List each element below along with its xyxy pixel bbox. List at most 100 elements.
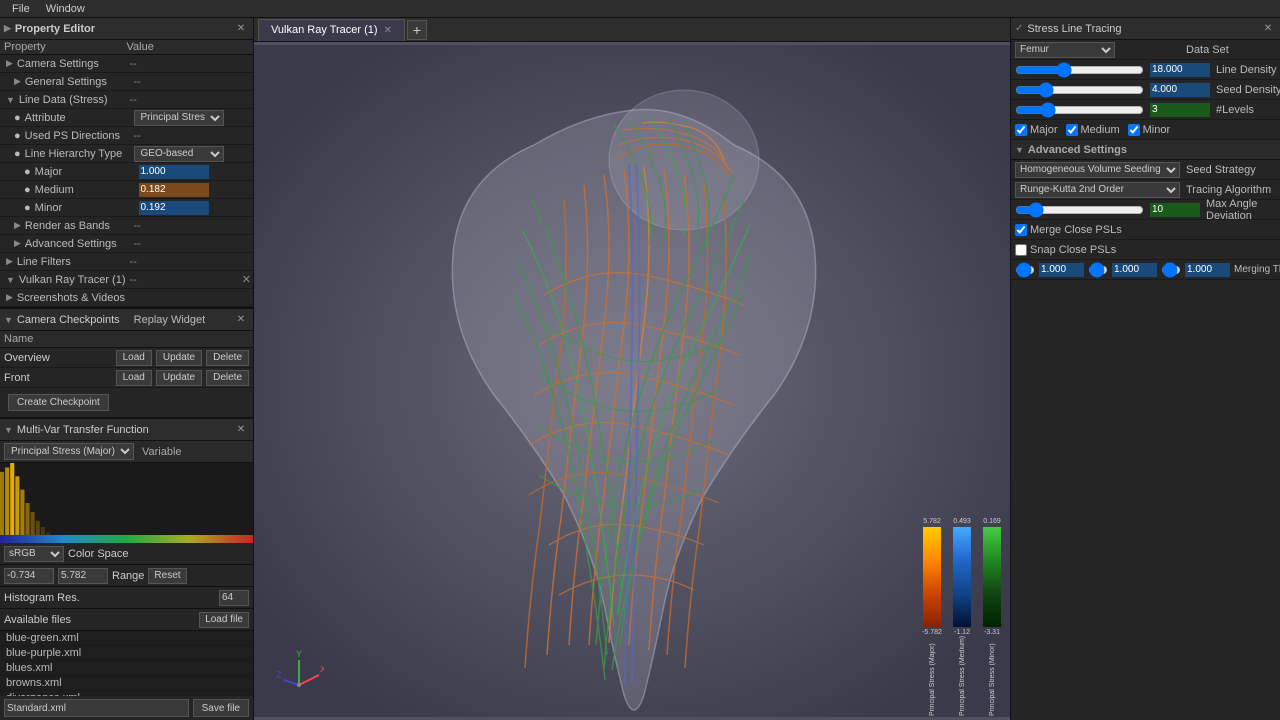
prop-table-header: Property Value <box>0 40 253 55</box>
transfer-close[interactable]: ✕ <box>233 422 249 438</box>
homogeneous-select[interactable]: Homogeneous Volume Seeding <box>1015 162 1180 178</box>
file-list: blue-green.xml blue-purple.xml blues.xml… <box>0 631 253 696</box>
prop-row-linedata[interactable]: ▼ Line Data (Stress) -- <box>0 91 253 109</box>
file-item-0[interactable]: blue-green.xml <box>0 631 253 646</box>
checkpoint-load-1[interactable]: Load <box>116 370 152 386</box>
hierarchy-select[interactable]: GEO-based <box>134 146 224 162</box>
medium-checkbox[interactable] <box>1066 124 1078 136</box>
seed-density-input[interactable] <box>1150 83 1210 97</box>
range-label: Range <box>112 570 144 582</box>
prop-row-medium[interactable]: ● Medium <box>0 181 253 199</box>
minor-checkbox[interactable] <box>1128 124 1140 136</box>
advanced-settings-divider[interactable]: ▼ Advanced Settings <box>1011 140 1280 160</box>
seed-strategy-label: Seed Strategy <box>1186 164 1276 176</box>
prop-name-vulkan: ▼ Vulkan Ray Tracer (1) <box>2 274 128 286</box>
checkpoint-delete-1[interactable]: Delete <box>206 370 249 386</box>
replay-widget-tab[interactable]: Replay Widget <box>134 314 206 326</box>
max-angle-slider[interactable] <box>1015 204 1144 216</box>
seed-density-slider[interactable] <box>1015 84 1144 96</box>
prop-name-medium: ● Medium <box>2 184 137 196</box>
major-input[interactable] <box>139 165 209 179</box>
colorbar-1-label: Principal Stress (Major) <box>929 636 936 716</box>
medium-input[interactable] <box>139 183 209 197</box>
prop-value-general: -- <box>132 76 252 88</box>
axes-svg: X Y Z <box>274 650 324 700</box>
slt-row-seeddensity: Seed Density <box>1011 80 1280 100</box>
file-item-3[interactable]: browns.xml <box>0 676 253 691</box>
histogram-res-input[interactable] <box>219 590 249 606</box>
snap-close-checkbox[interactable] <box>1015 244 1027 256</box>
file-item-1[interactable]: blue-purple.xml <box>0 646 253 661</box>
attribute-select[interactable]: Principal Stress <box>134 110 224 126</box>
prop-row-major[interactable]: ● Major <box>0 163 253 181</box>
prop-row-screenshots[interactable]: ▶ Screenshots & Videos <box>0 289 253 307</box>
thresh2-input[interactable] <box>1112 263 1157 277</box>
prop-row-usedps[interactable]: ● Used PS Directions -- <box>0 127 253 145</box>
prop-value-attribute: Principal Stress <box>132 110 252 126</box>
save-filename-input[interactable] <box>4 699 189 717</box>
line-density-input[interactable] <box>1150 63 1210 77</box>
prop-name-general: ▶ General Settings <box>2 76 132 88</box>
viewport-content[interactable]: X Y Z 5.782 -5.782 Princ <box>254 42 1010 720</box>
stress-panel-title-area: ✓ Stress Line Tracing <box>1015 23 1122 35</box>
viewport-tab-close[interactable]: ✕ <box>384 25 392 36</box>
nlevels-input[interactable] <box>1150 103 1210 117</box>
range-max-input[interactable] <box>58 568 108 584</box>
property-editor-close[interactable]: ✕ <box>233 21 249 37</box>
variable-select[interactable]: Principal Stress (Major) <box>4 443 134 460</box>
prop-row-general[interactable]: ▶ General Settings -- <box>0 73 253 91</box>
prop-row-camera[interactable]: ▶ Camera Settings -- <box>0 55 253 73</box>
histogram-container[interactable] <box>0 463 253 543</box>
vulkan-close[interactable]: ✕ <box>242 273 251 286</box>
prop-value-linefilters: -- <box>128 256 252 268</box>
prop-row-renderbands[interactable]: ▶ Render as Bands -- <box>0 217 253 235</box>
femur-select[interactable]: Femur <box>1015 42 1115 58</box>
menu-file[interactable]: File <box>4 3 38 15</box>
menu-window[interactable]: Window <box>38 3 93 15</box>
prop-row-minor[interactable]: ● Minor <box>0 199 253 217</box>
viewport-tabs: Vulkan Ray Tracer (1) ✕ + <box>254 18 1010 42</box>
checkpoint-close[interactable]: ✕ <box>233 312 249 328</box>
thresh1-slider[interactable] <box>1015 264 1035 276</box>
file-item-2[interactable]: blues.xml <box>0 661 253 676</box>
nlevels-slider[interactable] <box>1015 104 1144 116</box>
medium-checkbox-label: Medium <box>1066 124 1120 136</box>
reset-button[interactable]: Reset <box>148 568 186 584</box>
minor-input[interactable] <box>139 201 209 215</box>
create-checkpoint-button[interactable]: Create Checkpoint <box>8 394 109 411</box>
save-file-button[interactable]: Save file <box>193 699 249 717</box>
viewport-tab-0[interactable]: Vulkan Ray Tracer (1) ✕ <box>258 19 405 41</box>
colorspace-select[interactable]: sRGB <box>4 546 64 562</box>
prop-row-linefilters[interactable]: ▶ Line Filters -- <box>0 253 253 271</box>
property-editor-header: ▶ Property Editor ✕ <box>0 18 253 40</box>
prop-name-minor: ● Minor <box>2 202 137 214</box>
checkpoint-name-0: Overview <box>4 352 112 364</box>
colorbar-3-max: 0.169 <box>983 518 1001 525</box>
stress-panel-close[interactable]: ✕ <box>1260 21 1276 37</box>
prop-row-hierarchy[interactable]: ● Line Hierarchy Type GEO-based <box>0 145 253 163</box>
prop-row-attribute[interactable]: ● Attribute Principal Stress <box>0 109 253 127</box>
prop-row-vulkan[interactable]: ▼ Vulkan Ray Tracer (1) -- ✕ <box>0 271 253 289</box>
controls-row-3: Histogram Res. <box>0 587 253 609</box>
major-checkbox[interactable] <box>1015 124 1027 136</box>
thresh3-slider[interactable] <box>1161 264 1181 276</box>
line-density-slider[interactable] <box>1015 64 1144 76</box>
checkpoint-row-0: Overview Load Update Delete <box>0 348 253 368</box>
thresh3-input[interactable] <box>1185 263 1230 277</box>
snap-close-label: Snap Close PSLs <box>1015 244 1116 256</box>
thresh1-input[interactable] <box>1039 263 1084 277</box>
checkpoint-delete-0[interactable]: Delete <box>206 350 249 366</box>
load-file-button[interactable]: Load file <box>199 612 249 628</box>
dataset-label: Data Set <box>1186 44 1276 56</box>
max-angle-input[interactable] <box>1150 203 1200 217</box>
checkpoint-update-0[interactable]: Update <box>156 350 202 366</box>
rungekutta-select[interactable]: Runge-Kutta 2nd Order <box>1015 182 1180 198</box>
checkpoint-load-0[interactable]: Load <box>116 350 152 366</box>
viewport-add-tab[interactable]: + <box>407 20 427 40</box>
thresh2-slider[interactable] <box>1088 264 1108 276</box>
checkpoint-update-1[interactable]: Update <box>156 370 202 386</box>
prop-row-advancedsettings[interactable]: ▶ Advanced Settings -- <box>0 235 253 253</box>
range-min-input[interactable] <box>4 568 54 584</box>
merge-close-checkbox[interactable] <box>1015 224 1027 236</box>
prop-name-advancedsettings: ▶ Advanced Settings <box>2 238 132 250</box>
